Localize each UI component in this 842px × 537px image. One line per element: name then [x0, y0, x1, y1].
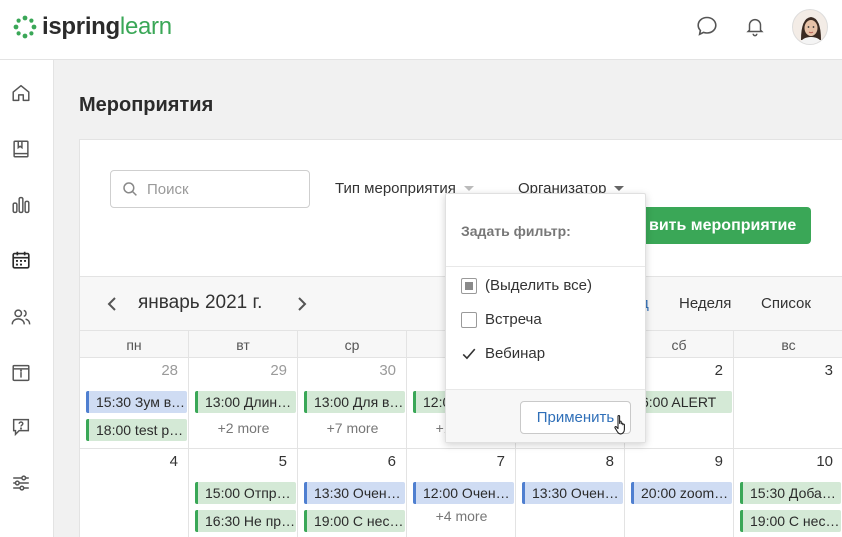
calendar-day-cell[interactable]: 8 13:30 Очень важно: [516, 449, 625, 537]
filter-option-label: (Выделить все): [485, 277, 592, 294]
brand-name: ispringlearn: [42, 13, 172, 41]
calendar-event[interactable]: 16:30 Не пропустите: [195, 510, 296, 532]
info-board-icon[interactable]: [9, 361, 33, 385]
weekday-label: вс: [781, 336, 796, 353]
day-number: 5: [278, 453, 287, 470]
calendar-event[interactable]: 13:00 Длинное: [195, 391, 296, 413]
user-avatar[interactable]: [792, 9, 828, 45]
calendar-event[interactable]: 18:00 test pass: [86, 419, 187, 441]
hand-cursor-icon: [614, 414, 625, 435]
event-type-filter-dropdown: Задать фильтр: (Выделить все) Встреча Ве…: [445, 193, 646, 443]
checkmark-icon: [462, 348, 476, 359]
filter-option-webinar[interactable]: Вебинар: [461, 345, 545, 362]
checkbox-mixed[interactable]: [461, 277, 477, 294]
view-list-tab[interactable]: Список: [761, 295, 811, 312]
calendar-day-cell[interactable]: 3: [734, 358, 842, 449]
search-icon: [123, 182, 137, 196]
weekday-label: пн: [80, 331, 189, 358]
day-number: 8: [605, 453, 614, 470]
day-number: 2: [714, 362, 723, 379]
sliders-icon[interactable]: [9, 471, 33, 495]
day-number: 10: [816, 453, 833, 470]
calendar-event[interactable]: 15:00 Отправка: [195, 482, 296, 504]
calendar-event[interactable]: 6:00 ALERT: [631, 391, 732, 413]
day-number: 6: [387, 453, 396, 470]
help-bubble-icon[interactable]: [9, 415, 33, 439]
day-number: 9: [714, 453, 723, 470]
brand-name-part1: ispring: [42, 13, 120, 40]
event-type-filter-label: Тип мероприятия: [335, 180, 456, 197]
calendar-day-cell[interactable]: 29 13:00 Длинное +2 more: [189, 358, 298, 449]
view-week-tab[interactable]: Неделя: [679, 295, 731, 312]
bar-chart-icon[interactable]: [9, 193, 33, 217]
filter-dropdown-title: Задать фильтр:: [461, 223, 571, 239]
sidebar: [0, 60, 54, 537]
calendar-week-row: 4 5 15:00 Отправка 16:30 Не пропустите 6…: [80, 448, 842, 537]
day-number: 28: [161, 362, 178, 379]
calendar-day-cell[interactable]: 5 15:00 Отправка 16:30 Не пропустите: [189, 449, 298, 537]
chevron-down-icon: [614, 186, 625, 191]
checkbox-checked[interactable]: [461, 345, 477, 362]
calendar-event[interactable]: 13:30 Очень важно: [522, 482, 623, 504]
next-month-button[interactable]: [292, 294, 312, 314]
calendar-day-cell[interactable]: 4: [80, 449, 189, 537]
day-number: 29: [270, 362, 287, 379]
calendar-icon[interactable]: [9, 248, 33, 272]
more-events-link[interactable]: +4 more: [407, 508, 516, 524]
users-icon[interactable]: [9, 305, 33, 329]
checkbox-unchecked[interactable]: [461, 311, 477, 328]
calendar-event[interactable]: 13:30 Очень важно: [304, 482, 405, 504]
day-number: 4: [169, 453, 178, 470]
filter-dropdown-footer: Применить: [446, 389, 645, 442]
book-icon[interactable]: [9, 137, 33, 161]
calendar-event[interactable]: 19:00 С несколькими: [304, 510, 405, 532]
weekday-label: вт: [189, 331, 298, 358]
add-event-button[interactable]: вить мероприятие: [635, 207, 811, 244]
ispring-logo-icon: [13, 15, 37, 39]
filter-option-label: Встреча: [485, 311, 542, 328]
search-box[interactable]: [110, 170, 310, 208]
calendar-day-cell[interactable]: 7 12:00 Очень важно +4 more: [407, 449, 516, 537]
home-icon[interactable]: [9, 81, 33, 105]
filter-option-select-all[interactable]: (Выделить все): [461, 277, 592, 294]
calendar-day-cell[interactable]: 28 15:30 Зум вебинар 18:00 test pass: [80, 358, 189, 449]
chevron-left-icon: [107, 297, 116, 311]
calendar-day-cell[interactable]: 30 13:00 Для всех +7 more: [298, 358, 407, 449]
current-month: январь 2021 г.: [138, 292, 263, 313]
calendar-event[interactable]: 15:30 Добавить: [740, 482, 841, 504]
day-number: 3: [824, 362, 833, 379]
calendar-day-cell[interactable]: 10 15:30 Добавить 19:00 С несколькими: [734, 449, 842, 537]
calendar-day-cell[interactable]: 9 20:00 zoom встреча: [625, 449, 734, 537]
brand-name-part2: learn: [119, 13, 172, 40]
weekday-label: ср: [298, 331, 407, 358]
search-input[interactable]: [147, 180, 297, 198]
chevron-down-icon: [463, 186, 474, 191]
chevron-right-icon: [298, 297, 307, 311]
more-events-link[interactable]: +2 more: [189, 420, 298, 436]
filter-option-label: Вебинар: [485, 345, 546, 362]
calendar-event[interactable]: 19:00 С несколькими: [740, 510, 841, 532]
brand-logo[interactable]: ispringlearn: [12, 12, 172, 42]
calendar-event[interactable]: 13:00 Для всех: [304, 391, 405, 413]
calendar-event[interactable]: 20:00 zoom встреча: [631, 482, 732, 504]
bell-icon[interactable]: [742, 13, 768, 39]
top-bar: ispringlearn: [0, 0, 842, 60]
prev-month-button[interactable]: [102, 294, 122, 314]
filter-option-meeting[interactable]: Встреча: [461, 311, 542, 328]
calendar-day-cell[interactable]: 6 13:30 Очень важно 19:00 С несколькими: [298, 449, 407, 537]
more-events-link[interactable]: +7 more: [298, 420, 407, 436]
chat-bubble-icon[interactable]: [694, 13, 720, 39]
divider: [446, 266, 645, 267]
calendar-event[interactable]: 12:00 Очень важно: [413, 482, 514, 504]
day-number: 7: [496, 453, 505, 470]
page-title: Мероприятия: [79, 94, 214, 116]
day-number: 30: [379, 362, 396, 379]
calendar-event[interactable]: 15:30 Зум вебинар: [86, 391, 187, 413]
